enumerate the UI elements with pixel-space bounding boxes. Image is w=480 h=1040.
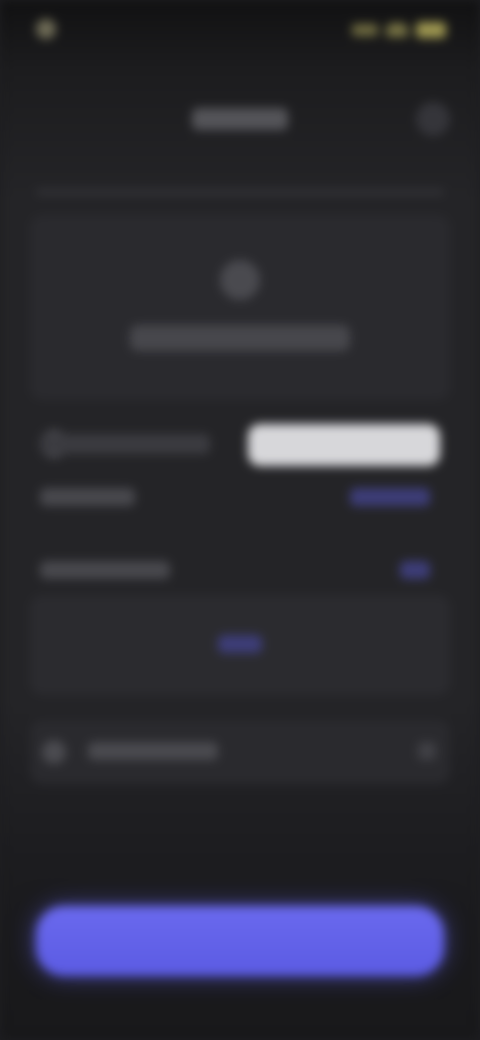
list-item-label: [88, 742, 218, 760]
header-divider: [36, 190, 444, 194]
page-title-placeholder: [192, 108, 288, 130]
upload-icon: [220, 260, 260, 300]
setting-value: [400, 561, 430, 579]
item-icon: [42, 740, 66, 764]
list-item[interactable]: [30, 720, 450, 784]
upload-card[interactable]: [30, 215, 450, 400]
header: [0, 90, 480, 150]
setting-detail-card[interactable]: [30, 595, 450, 695]
primary-action-button[interactable]: [36, 906, 444, 976]
status-bar: [0, 0, 480, 60]
options-row: [30, 420, 450, 470]
more-icon[interactable]: [416, 102, 450, 136]
chevron-right-icon: [418, 742, 436, 760]
signal-icon: [352, 24, 378, 36]
wifi-icon: [386, 23, 408, 37]
upload-text-placeholder: [130, 325, 350, 351]
notification-dot-icon: [36, 19, 56, 39]
status-left: [36, 18, 66, 40]
options-pill-button[interactable]: [248, 424, 440, 466]
setting-label: [40, 488, 135, 506]
battery-icon: [416, 22, 446, 38]
app-screen: [0, 0, 480, 1040]
setting-label: [40, 561, 170, 579]
detail-value: [218, 635, 262, 653]
setting-row[interactable]: [30, 472, 450, 522]
options-label-placeholder: [40, 434, 210, 454]
status-right: [352, 20, 446, 40]
setting-value: [350, 488, 430, 506]
setting-row[interactable]: [30, 545, 450, 595]
